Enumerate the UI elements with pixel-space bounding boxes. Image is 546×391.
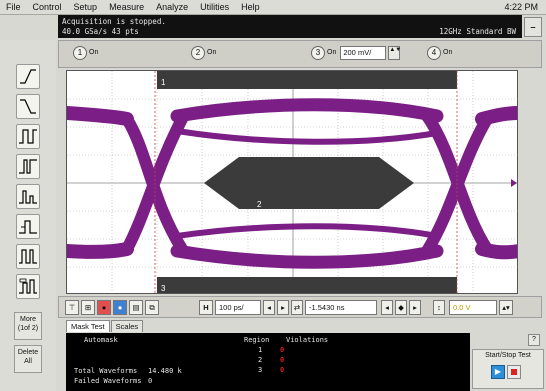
- channel-4-state: On: [443, 49, 453, 56]
- print-icon[interactable]: ▤: [129, 300, 143, 315]
- delay-right-button[interactable]: ▸: [409, 300, 421, 315]
- channel-1[interactable]: 1 On: [73, 46, 98, 60]
- falling-edge-trigger-button[interactable]: [16, 94, 40, 119]
- setup-hold-trigger-button[interactable]: [16, 214, 40, 239]
- eye-diagram: 1 2 3: [67, 71, 517, 293]
- automask-label[interactable]: Automask: [84, 336, 118, 344]
- trigger-level-spinner[interactable]: ▴▾: [499, 300, 513, 315]
- delay-icon[interactable]: ⇄: [291, 300, 303, 315]
- timebase-up-button[interactable]: ▸: [277, 300, 289, 315]
- clock: 4:22 PM: [504, 2, 538, 12]
- region-3: 3: [258, 366, 263, 374]
- channel-3-scale-spinner[interactable]: ▲▼: [388, 46, 401, 60]
- channel-1-number[interactable]: 1: [73, 46, 87, 60]
- region-label-3: 3: [161, 284, 166, 293]
- region-label-2: 2: [257, 200, 262, 209]
- trigger-toolbar: More (1of 2) Delete All: [0, 40, 56, 391]
- help-button[interactable]: ?: [528, 334, 540, 346]
- falling-edge-icon: [20, 99, 36, 114]
- trigger-level-field[interactable]: 0.0 V: [449, 300, 497, 315]
- mask-region-center: [204, 157, 414, 209]
- timebase-field[interactable]: 100 ps/: [215, 300, 261, 315]
- bottom-tabs: Mask Test Scales: [66, 320, 144, 332]
- mask-region-bottom: [157, 277, 457, 293]
- status-line-1: Acquisition is stopped.: [62, 17, 166, 26]
- channel-4[interactable]: 4 On: [427, 46, 452, 60]
- channel-3[interactable]: 3 On 200 mV/ ▲▼: [311, 46, 401, 60]
- failed-waveforms-value: 0: [148, 377, 153, 385]
- menu-setup[interactable]: Setup: [68, 2, 104, 12]
- bandwidth-label: 12GHz Standard BW: [439, 27, 516, 36]
- save-icon[interactable]: ⧉: [145, 300, 159, 315]
- horizontal-label: H: [199, 300, 213, 315]
- channel-3-state: On: [327, 49, 337, 56]
- acquisition-status: Acquisition is stopped. 40.0 GSa/s 43 pt…: [58, 15, 522, 38]
- region-header: Region: [244, 336, 270, 344]
- channel-1-state: On: [89, 49, 99, 56]
- rising-edge-trigger-button[interactable]: [16, 64, 40, 89]
- more-button[interactable]: More (1of 2): [14, 312, 42, 340]
- delay-center-button[interactable]: ◆: [395, 300, 407, 315]
- mask-region-top: [157, 71, 457, 89]
- menu-analyze[interactable]: Analyze: [150, 2, 194, 12]
- channel-2-number[interactable]: 2: [191, 46, 205, 60]
- menu-utilities[interactable]: Utilities: [194, 2, 235, 12]
- delete-all-button[interactable]: Delete All: [14, 345, 42, 373]
- timebase-down-button[interactable]: ◂: [263, 300, 275, 315]
- rising-edge-icon: [20, 69, 36, 84]
- violations-3: 0: [280, 366, 285, 374]
- start-test-button[interactable]: ▶: [491, 365, 505, 379]
- mask-icon[interactable]: ⊞: [81, 300, 95, 315]
- menu-measure[interactable]: Measure: [103, 2, 150, 12]
- menu-control[interactable]: Control: [27, 2, 68, 12]
- menu-bar: File Control Setup Measure Analyze Utili…: [0, 0, 546, 15]
- failed-waveforms-label: Failed Waveforms: [74, 377, 142, 385]
- glitch-trigger-button[interactable]: [16, 154, 40, 179]
- channel-3-number[interactable]: 3: [311, 46, 325, 60]
- delay-left-button[interactable]: ◂: [381, 300, 393, 315]
- trigger-icon[interactable]: ⊤: [65, 300, 79, 315]
- record-icon[interactable]: ●: [97, 300, 111, 315]
- setup-hold-icon: [19, 220, 37, 234]
- pulse-width-icon: [19, 129, 37, 144]
- channel-2[interactable]: 2 On: [191, 46, 216, 60]
- start-stop-test-panel: Start/Stop Test ▶: [472, 349, 544, 389]
- run-icon[interactable]: ●: [113, 300, 127, 315]
- tab-scales[interactable]: Scales: [110, 320, 144, 332]
- delay-field[interactable]: -1.5430 ns: [305, 300, 377, 315]
- stop-test-button[interactable]: [507, 365, 521, 379]
- transition-trigger-button[interactable]: [16, 244, 40, 269]
- minimize-button[interactable]: –: [524, 17, 542, 37]
- region-1: 1: [258, 346, 263, 354]
- transition-icon: [19, 249, 37, 264]
- mask-test-panel: Automask Region Violations 1 2 3 0 0 0 T…: [66, 333, 470, 391]
- menu-file[interactable]: File: [0, 2, 27, 12]
- channel-bar: 1 On 2 On 3 On 200 mV/ ▲▼ 4 On: [58, 40, 542, 68]
- total-waveforms-label: Total Waveforms: [74, 367, 138, 375]
- pattern-icon: [19, 278, 37, 294]
- tab-mask-test[interactable]: Mask Test: [66, 320, 110, 332]
- violations-2: 0: [280, 356, 285, 364]
- start-stop-test-label: Start/Stop Test: [485, 352, 531, 359]
- channel-ground-marker[interactable]: [511, 179, 517, 187]
- region-2: 2: [258, 356, 263, 364]
- channel-2-state: On: [207, 49, 217, 56]
- pattern-trigger-button[interactable]: [16, 274, 40, 299]
- violations-1: 0: [280, 346, 285, 354]
- total-waveforms-value: 14.480 k: [148, 367, 182, 375]
- glitch-icon: [19, 159, 37, 174]
- horizontal-control-bar: ⊤ ⊞ ● ● ▤ ⧉ H 100 ps/ ◂ ▸ ⇄ -1.5430 ns ◂…: [58, 296, 542, 318]
- trigger-level-icon[interactable]: ↕: [433, 300, 445, 315]
- menu-help[interactable]: Help: [235, 2, 266, 12]
- runt-trigger-button[interactable]: [16, 184, 40, 209]
- region-label-1: 1: [161, 78, 166, 87]
- waveform-display[interactable]: 1 2 3: [66, 70, 518, 294]
- channel-4-number[interactable]: 4: [427, 46, 441, 60]
- violations-header: Violations: [286, 336, 329, 344]
- channel-3-scale-field[interactable]: 200 mV/: [340, 46, 387, 60]
- pulse-width-trigger-button[interactable]: [16, 124, 40, 149]
- runt-icon: [19, 190, 37, 204]
